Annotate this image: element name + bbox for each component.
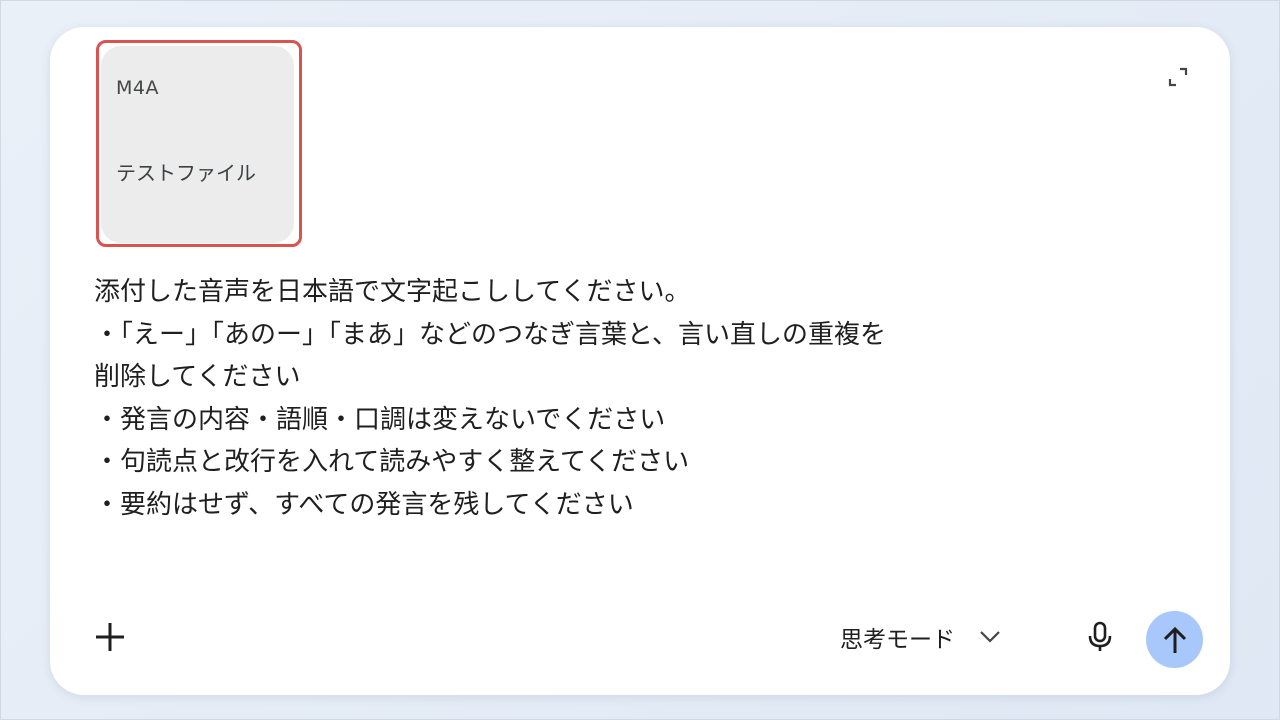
- mode-selector[interactable]: 思考モード: [840, 617, 1001, 657]
- arrow-up-icon: [1163, 626, 1186, 653]
- send-button[interactable]: [1146, 611, 1203, 668]
- expand-icon: [1168, 67, 1188, 87]
- microphone-button[interactable]: [1080, 617, 1120, 657]
- expand-button[interactable]: [1164, 63, 1192, 91]
- microphone-icon: [1088, 621, 1112, 651]
- chevron-down-icon: [980, 631, 1000, 643]
- attachment-file-type: M4A: [116, 77, 159, 99]
- prompt-input[interactable]: 添付した音声を日本語で文字起こししてください。 ・「えー」「あのー」「まあ」など…: [94, 271, 1094, 526]
- attachment-chip[interactable]: M4A テストファイル: [101, 46, 294, 243]
- add-button[interactable]: [90, 617, 130, 657]
- mode-label: 思考モード: [840, 627, 955, 653]
- attachment-file-name: テストファイル: [116, 161, 256, 185]
- prompt-composer: M4A テストファイル 添付した音声を日本語で文字起こししてください。 ・「えー…: [50, 27, 1230, 695]
- plus-icon: [96, 623, 124, 651]
